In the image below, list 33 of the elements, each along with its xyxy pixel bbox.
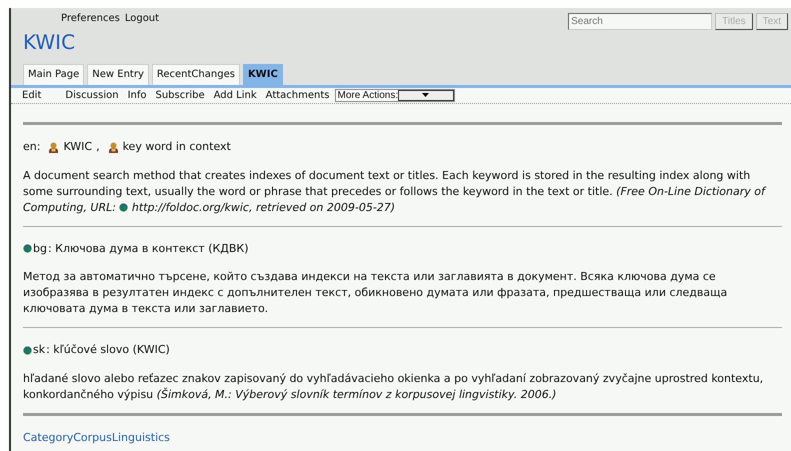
language-link[interactable]: bg	[33, 240, 47, 257]
action-link[interactable]: Discussion	[65, 88, 119, 103]
definition-text: hľadané slovo alebo reťazec znakov zapisovaný do vyhľadávacieho okienka a po vyhľadaní zobrazovaný zvyčajne uprostred kontextu, konkordančného výpisu (Šimková, M.: Výberový slovník termínov z korpusovej lingvistiky. 2006.)	[23, 370, 764, 402]
separator-text: ,	[96, 139, 100, 155]
nav-tab[interactable]: Main Page	[23, 64, 84, 85]
page-title: KWIC	[23, 30, 76, 54]
term-text: : Ключова дума в контекст (КДВК)	[48, 240, 249, 256]
definition-text: Метод за автоматично търсене, който създава индекси на текста или заглавията в документ. Всяка ключова дума се изобразява в резултатен индекс с допълнителен текст, обикновено думата или фразата, предшестваща или следваща ключовата дума в текста или заглавието.	[23, 269, 728, 317]
language-label: en:	[23, 139, 40, 155]
user-link[interactable]: Preferences	[61, 11, 120, 26]
globe-icon	[23, 346, 32, 355]
search-field[interactable]: Search	[568, 13, 712, 30]
language-link[interactable]: sk	[33, 342, 46, 358]
definition-text: A document search method that creates indexes of document text or titles. Each keyword is stored in the resulting index along with some surrounding text, usually the word or phrase that precedes or follows the keyword in the text or title. (Free On-Line Dictionary of Computing, URL: http://foldoc.org/kwic, retrieved on 2009-05-27)	[23, 168, 768, 216]
user-link[interactable]: Logout	[124, 11, 160, 26]
category-link[interactable]: CategoryCorpusLinguistics	[23, 430, 170, 446]
globe-icon	[23, 244, 32, 254]
user-icon	[108, 142, 119, 153]
action-link[interactable]: Info	[128, 88, 146, 103]
more-actions-dropdown[interactable]: More Actions:	[334, 89, 455, 102]
action-link[interactable]: Edit	[22, 88, 42, 103]
term-link[interactable]: KWIC	[63, 139, 92, 156]
source-link[interactable]: http://foldoc.org/kwic	[119, 200, 249, 214]
term-text: : kľúčové slovo (KWIC)	[46, 342, 170, 358]
globe-icon	[119, 202, 128, 212]
nav-tab[interactable]: RecentChanges	[152, 64, 240, 85]
nav-tab[interactable]: New Entry	[87, 64, 149, 85]
term-link[interactable]: key word in context	[122, 139, 231, 156]
user-icon	[48, 142, 60, 153]
action-link[interactable]: Subscribe	[156, 88, 205, 103]
action-link[interactable]: Attachments	[266, 88, 330, 103]
action-link[interactable]: Add Link	[214, 88, 257, 103]
nav-tab[interactable]: KWIC	[242, 64, 283, 85]
